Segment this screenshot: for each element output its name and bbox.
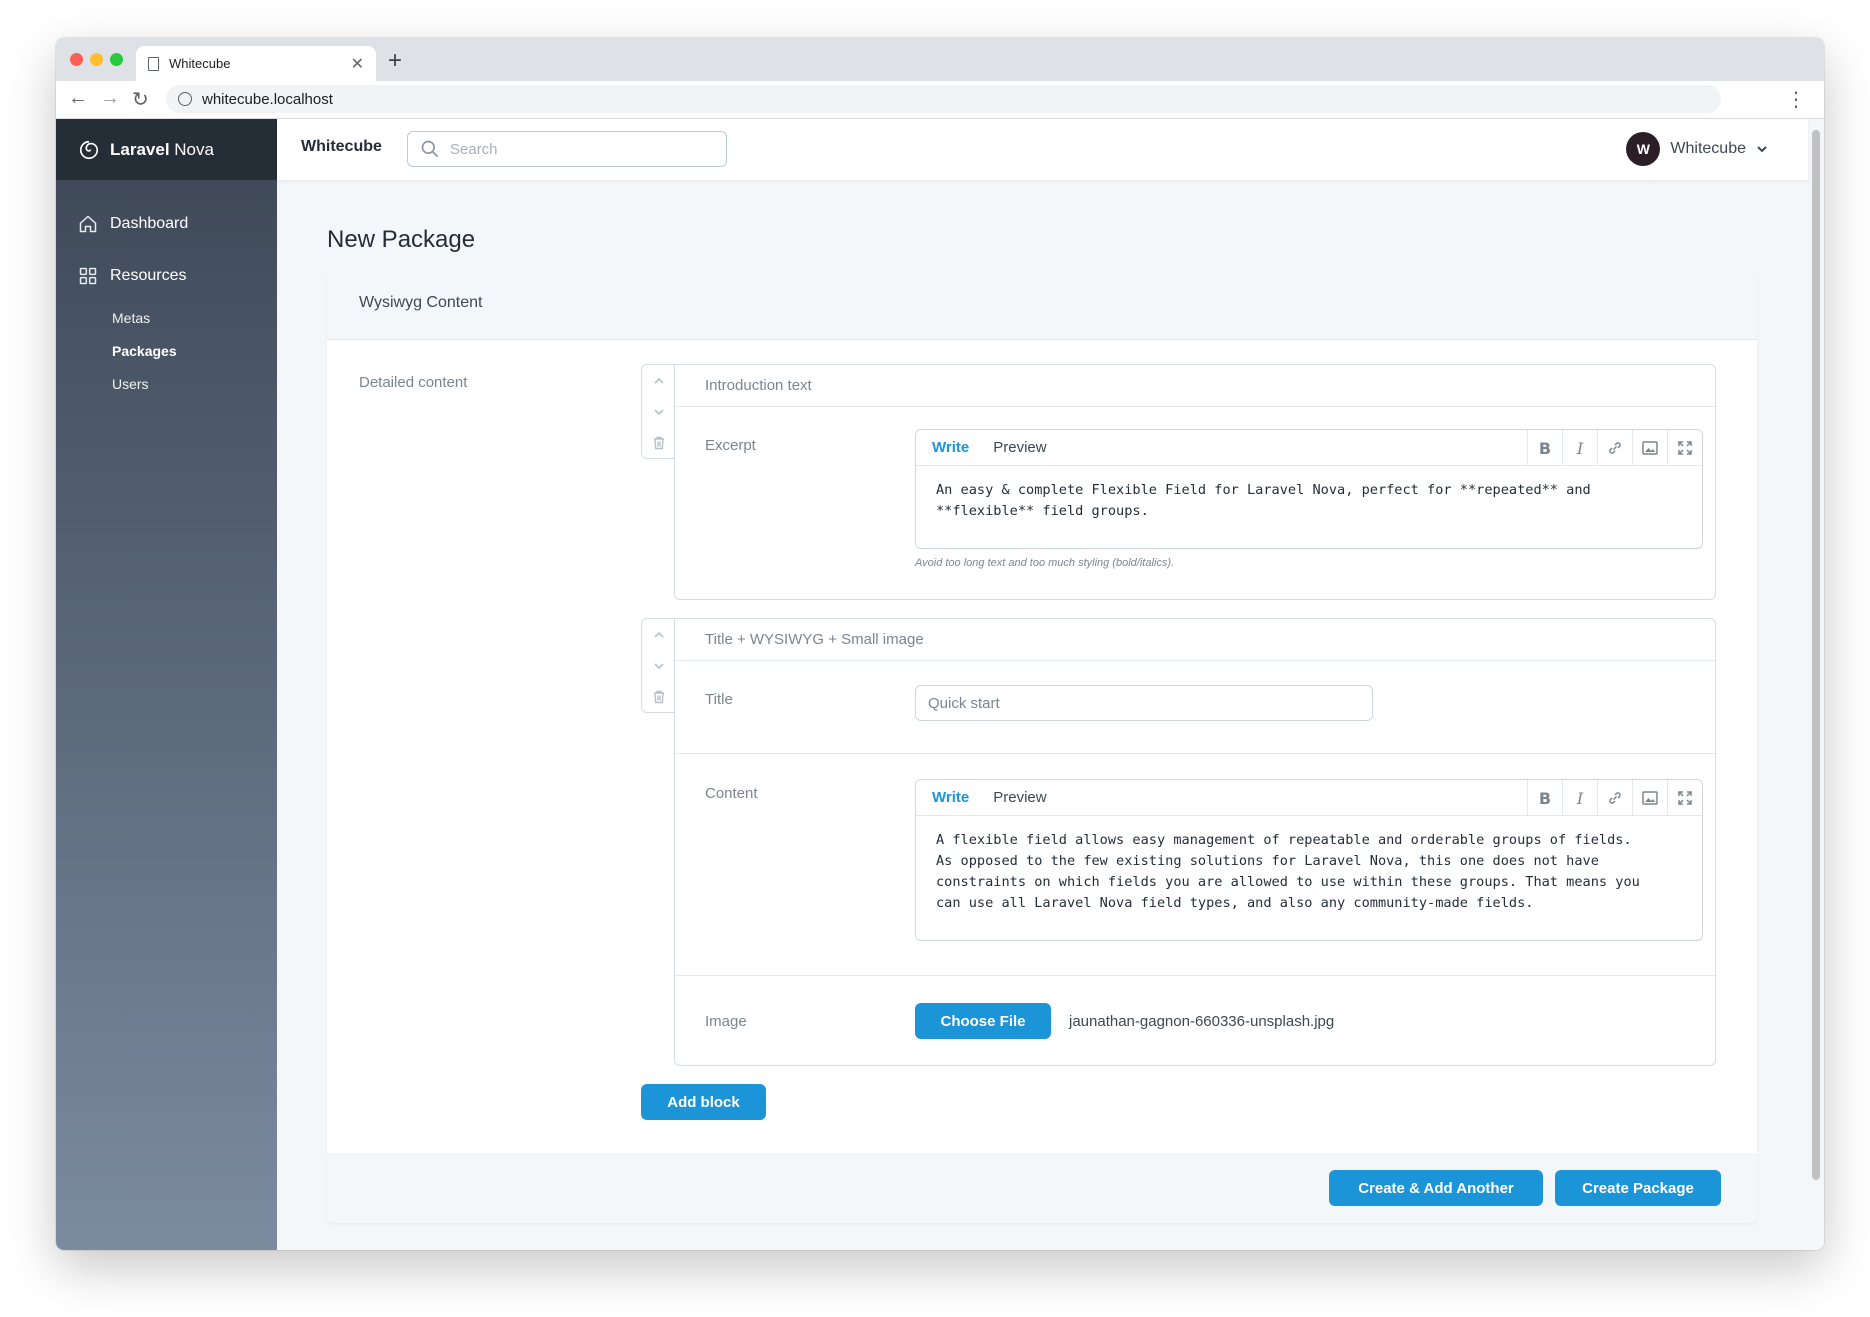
close-window-button[interactable] [70,53,83,66]
browser-menu-icon[interactable]: ⋮ [1786,87,1806,112]
close-tab-icon[interactable]: ✕ [351,54,364,74]
brand-name-bold: Laravel [110,139,170,159]
search-input[interactable] [450,140,710,158]
excerpt-label: Excerpt [705,437,756,454]
fullscreen-icon[interactable] [1667,430,1702,466]
reload-icon[interactable]: ↻ [132,87,149,112]
page-title: New Package [327,226,476,253]
create-package-button[interactable]: Create Package [1555,1170,1721,1206]
move-up-icon[interactable] [653,619,665,650]
block-header: Introduction text [675,365,1715,407]
title-input[interactable]: Quick start [915,685,1373,721]
grid-icon [79,267,97,285]
search-icon [421,140,439,158]
sidebar-item-metas[interactable]: Metas [112,310,150,326]
block-controls [641,618,675,713]
sidebar: Laravel Nova Dashboard Resources Metas P… [56,119,277,1250]
block-body: Title + WYSIWYG + Small image Title Quic… [674,618,1716,1066]
create-add-another-button[interactable]: Create & Add Another [1329,1170,1543,1206]
trash-icon[interactable] [652,427,666,458]
fullscreen-icon[interactable] [1667,780,1702,816]
minimize-window-button[interactable] [90,53,103,66]
bold-icon[interactable]: B [1527,780,1562,816]
nova-app: Laravel Nova Dashboard Resources Metas P… [56,119,1808,1250]
page-icon [148,56,159,71]
image-icon[interactable] [1632,780,1667,816]
excerpt-help-text: Avoid too long text and too much styling… [915,557,1175,569]
block-body: Introduction text Excerpt Write Preview … [674,364,1716,600]
editor-toolbar: Write Preview B I [916,430,1702,466]
forward-arrow-icon[interactable]: → [100,87,120,110]
preview-tab[interactable]: Preview [981,430,1058,465]
app-title[interactable]: Whitecube [301,138,382,156]
image-icon[interactable] [1632,430,1667,466]
content-label: Content [705,785,758,802]
browser-tabbar: Whitecube ✕ + [56,38,1824,81]
sidebar-item-label: Resources [110,267,187,284]
trash-icon[interactable] [652,681,666,712]
chevron-down-icon [1757,146,1767,153]
choose-file-button[interactable]: Choose File [915,1003,1051,1039]
scrollbar-thumb[interactable] [1812,130,1820,1180]
brand-name-rest: Nova [169,139,214,159]
form-card: Wysiwyg Content Detailed content Introdu… [327,268,1757,1223]
sidebar-item-users[interactable]: Users [112,376,149,392]
panel-header: Wysiwyg Content [327,268,1757,340]
browser-tab[interactable]: Whitecube ✕ [136,46,376,81]
flexible-block-title-wysiwyg-image: Title + WYSIWYG + Small image Title Quic… [641,618,1716,1066]
link-icon[interactable] [1597,780,1632,816]
avatar: W [1626,132,1661,166]
maximize-window-button[interactable] [110,53,123,66]
italic-icon[interactable]: I [1562,780,1597,816]
write-tab[interactable]: Write [916,430,981,465]
home-icon [79,215,97,233]
global-search[interactable] [407,131,727,167]
url-bar[interactable]: whitecube.localhost [166,85,1721,113]
sidebar-item-packages[interactable]: Packages [112,343,177,359]
panel-title: Wysiwyg Content [359,294,483,311]
block-controls [641,364,675,459]
site-info-icon[interactable] [178,92,192,106]
user-menu[interactable]: W Whitecube [1626,132,1768,166]
editor-tools: B I [1527,430,1702,466]
field-divider [675,975,1715,976]
excerpt-markdown-editor: Write Preview B I An easy & complete Fle… [915,429,1703,549]
block-header: Title + WYSIWYG + Small image [675,619,1715,661]
content-textarea[interactable]: A flexible field allows easy management … [916,816,1702,928]
content-markdown-editor: Write Preview B I A flexible field allow… [915,779,1703,941]
url-text: whitecube.localhost [202,90,333,108]
move-down-icon[interactable] [653,396,665,427]
sidebar-item-resources[interactable]: Resources [78,266,186,286]
back-arrow-icon[interactable]: ← [68,87,88,110]
main-content: New Package Wysiwyg Content Detailed con… [277,180,1808,1250]
preview-tab[interactable]: Preview [981,780,1058,815]
sidebar-item-label: Dashboard [110,215,189,232]
browser-window: Whitecube ✕ + ← → ↻ whitecube.localhost … [56,38,1824,1250]
selected-file-name: jaunathan-gagnon-660336-unsplash.jpg [1069,1013,1335,1030]
move-down-icon[interactable] [653,650,665,681]
brand-logo[interactable]: Laravel Nova [56,119,277,180]
topbar: Whitecube W Whitecube [277,119,1808,180]
browser-tab-title: Whitecube [169,56,231,71]
editor-toolbar: Write Preview B I [916,780,1702,816]
excerpt-textarea[interactable]: An easy & complete Flexible Field for La… [916,466,1702,536]
sidebar-item-dashboard[interactable]: Dashboard [78,214,188,234]
move-up-icon[interactable] [653,365,665,396]
italic-icon[interactable]: I [1562,430,1597,466]
detailed-content-label: Detailed content [359,374,468,391]
add-block-button[interactable]: Add block [641,1084,766,1120]
image-label: Image [705,1013,747,1030]
write-tab[interactable]: Write [916,780,981,815]
editor-tools: B I [1527,780,1702,816]
new-tab-icon[interactable]: + [388,47,402,75]
flexible-block-introduction: Introduction text Excerpt Write Preview … [641,364,1716,600]
nova-logo-icon [79,140,99,159]
form-footer: Create & Add Another Create Package [327,1153,1757,1223]
browser-addressbar: ← → ↻ whitecube.localhost ⋮ [56,81,1824,119]
user-name: Whitecube [1670,140,1746,157]
bold-icon[interactable]: B [1527,430,1562,466]
field-divider [675,753,1715,754]
link-icon[interactable] [1597,430,1632,466]
title-label: Title [705,691,733,708]
